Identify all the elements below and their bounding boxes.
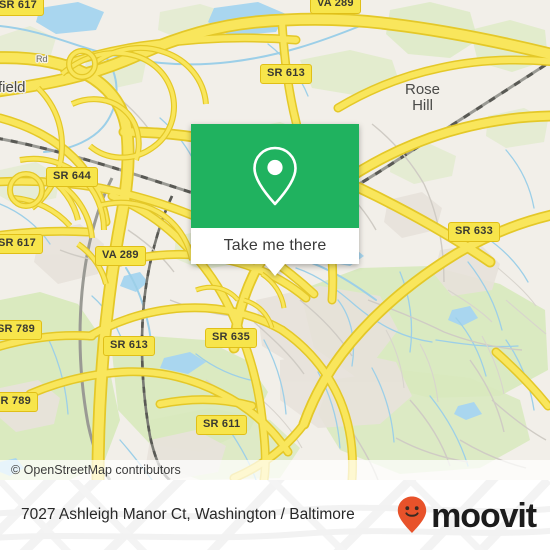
place-label-rose-hill: Rose Hill — [405, 81, 441, 114]
road-shield: SR 635 — [205, 328, 257, 348]
footer-bar: 7027 Ashleigh Manor Ct, Washington / Bal… — [0, 480, 550, 550]
moovit-map-screenshot: SR 617 VA 289 SR 613 SR 644 SR 617 VA 28… — [0, 0, 550, 550]
location-popup[interactable]: Take me there — [191, 124, 359, 276]
moovit-logo: moovit — [396, 495, 537, 535]
road-shield: VA 289 — [95, 246, 146, 266]
osm-attribution-text: © OpenStreetMap contributors — [11, 463, 181, 477]
popup-footer[interactable]: Take me there — [191, 228, 359, 264]
moovit-smiley-pin-icon — [397, 496, 427, 533]
road-shield: SR 789 — [0, 320, 42, 340]
map-canvas[interactable]: SR 617 VA 289 SR 613 SR 644 SR 617 VA 28… — [0, 0, 550, 480]
address-label: 7027 Ashleigh Manor Ct, Washington / Bal… — [21, 506, 355, 523]
road-shield: SR 789 — [0, 392, 38, 412]
road-shield: SR 611 — [196, 415, 248, 435]
take-me-there-label: Take me there — [223, 237, 327, 254]
place-label-springfield: field — [0, 79, 26, 96]
map-pin-icon — [253, 146, 297, 206]
road-shield: SR 633 — [448, 222, 500, 242]
map-attribution-bar: © OpenStreetMap contributors — [0, 460, 550, 480]
road-shield: SR 613 — [260, 64, 312, 84]
popup-tail — [265, 264, 285, 276]
road-shield: SR 613 — [103, 336, 155, 356]
road-shield: VA 289 — [310, 0, 361, 14]
moovit-wordmark: moovit — [431, 497, 537, 535]
popup-header — [191, 124, 359, 228]
road-shield: SR 644 — [46, 167, 98, 187]
road-name-label: Rd — [36, 54, 48, 64]
road-shield: SR 617 — [0, 0, 44, 16]
road-shield: SR 617 — [0, 234, 43, 254]
